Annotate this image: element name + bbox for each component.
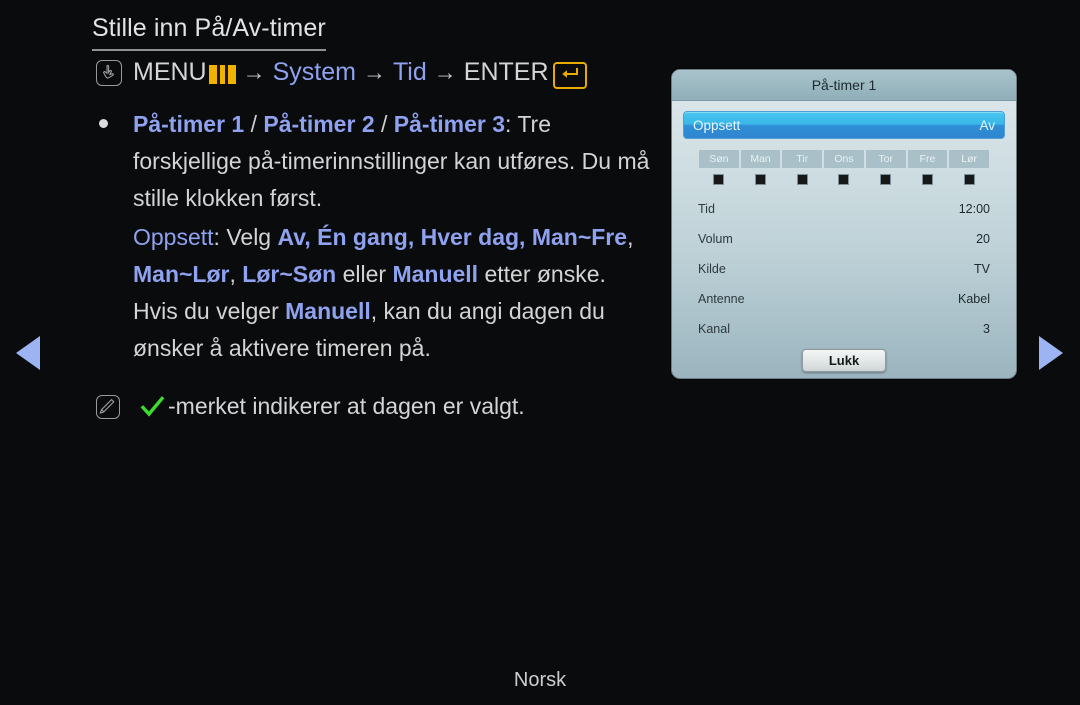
osd-setting-row[interactable]: Kilde TV [689, 254, 999, 284]
bullet-item-timers: På-timer 1 / På-timer 2 / På-timer 3: Tr… [133, 106, 656, 217]
osd-setting-value: Kabel [958, 292, 990, 306]
osd-setting-row[interactable]: Antenne Kabel [689, 284, 999, 314]
osd-day-header[interactable]: Man [740, 150, 781, 168]
osd-day-header[interactable]: Søn [699, 150, 739, 168]
osd-title: På-timer 1 [672, 70, 1016, 101]
osd-day-cell[interactable] [908, 168, 948, 185]
separator-2: / [374, 111, 394, 137]
timer-2-label: På-timer 2 [263, 111, 375, 137]
menu-bars-icon [208, 65, 236, 84]
osd-body: Oppsett Av Søn Man Tir Ons Tor Fre Lør Tid 12:0… [672, 101, 1016, 372]
comma-2: , [229, 261, 243, 287]
osd-day-cell[interactable] [824, 168, 864, 185]
osd-day-header[interactable]: Tir [782, 150, 823, 168]
bullet-dot-icon [99, 119, 108, 128]
option-av: Av, [277, 224, 311, 250]
separator-1: / [244, 111, 264, 137]
path-arrow-1: → [242, 59, 266, 85]
help-content-column: Stille inn På/Av-timer MENU → System → T… [0, 0, 665, 705]
osd-day-header[interactable]: Lør [949, 150, 989, 168]
note-pencil-icon [96, 394, 120, 419]
option-lor-son: Lør~Søn [242, 261, 337, 287]
osd-setting-row[interactable]: Kanal 3 [689, 314, 999, 344]
osd-day-header[interactable]: Fre [907, 150, 948, 168]
osd-settings-rows: Tid 12:00 Volum 20 Kilde TV Antenne Kabel Kanal 3 [683, 194, 1005, 344]
option-man-lor: Man~Lør [133, 261, 230, 287]
comma-1: , [627, 224, 634, 250]
osd-day-header[interactable]: Ons [824, 150, 864, 168]
osd-day-cell[interactable] [949, 168, 989, 185]
timer-3-label: På-timer 3 [393, 111, 505, 137]
osd-setting-value: 3 [983, 322, 990, 336]
osd-day-checkbox[interactable] [921, 174, 933, 185]
osd-setting-row[interactable]: Tid 12:00 [689, 194, 999, 224]
path-arrow-2: → [362, 59, 386, 85]
manuell-emphasis: Manuell [285, 298, 371, 324]
page-title: Stille inn På/Av-timer [92, 14, 326, 51]
osd-setting-row[interactable]: Volum 20 [689, 224, 999, 254]
osd-day-header[interactable]: Tor [865, 150, 906, 168]
osd-day-checkbox[interactable] [963, 174, 975, 185]
osd-day-checkbox[interactable] [880, 174, 892, 185]
option-man-fre: Man~Fre [531, 224, 628, 250]
osd-day-cell[interactable] [782, 168, 822, 185]
menu-item-system: System [272, 58, 356, 86]
menu-label: MENU [133, 58, 207, 86]
note-text: -merket indikerer at dagen er valgt. [168, 393, 525, 419]
osd-setting-label: Volum [698, 232, 733, 246]
osd-day-cell[interactable] [699, 168, 739, 185]
bullet-list: På-timer 1 / På-timer 2 / På-timer 3: Tr… [96, 106, 656, 367]
osd-days-grid: Søn Man Tir Ons Tor Fre Lør [683, 150, 1005, 185]
path-arrow-3: → [433, 59, 457, 85]
close-button[interactable]: Lukk [802, 349, 886, 372]
oppsett-velg-text: : Velg [213, 224, 278, 250]
triangle-right-icon[interactable] [1039, 336, 1063, 370]
menu-path-breadcrumb: MENU → System → Tid → ENTER [96, 58, 587, 89]
oppsett-label: Oppsett [133, 224, 214, 250]
osd-day-checkbox[interactable] [838, 174, 850, 185]
osd-timer-panel: På-timer 1 Oppsett Av Søn Man Tir Ons Tor Fre… [671, 69, 1017, 379]
osd-setting-value: 12:00 [958, 202, 990, 216]
language-footer: Norsk [513, 669, 567, 691]
osd-oppsett-label: Oppsett [693, 117, 741, 133]
return-key-icon [552, 62, 587, 89]
timer-1-label: På-timer 1 [133, 111, 245, 137]
menu-item-tid: Tid [392, 58, 427, 86]
option-en-gang: Én gang, [310, 224, 415, 250]
osd-setting-value: 20 [976, 232, 990, 246]
osd-setting-label: Tid [698, 202, 715, 216]
oppsett-description: Oppsett: Velg Av, Én gang, Hver dag, Man… [133, 219, 656, 367]
eller-text: eller [336, 261, 393, 287]
osd-day-checkbox[interactable] [796, 174, 808, 185]
enter-label: ENTER [463, 58, 549, 86]
option-manuell: Manuell [392, 261, 479, 287]
hand-pointer-icon [96, 59, 122, 86]
triangle-left-icon[interactable] [16, 336, 40, 370]
osd-setting-label: Antenne [698, 292, 745, 306]
option-hver-dag: Hver dag, [414, 224, 526, 250]
green-check-icon [140, 395, 165, 419]
osd-oppsett-value: Av [979, 117, 995, 133]
note-line: -merket indikerer at dagen er valgt. [96, 393, 525, 420]
osd-day-checkbox[interactable] [755, 174, 767, 185]
osd-setting-label: Kanal [698, 322, 730, 336]
osd-setting-label: Kilde [698, 262, 726, 276]
osd-setting-value: TV [974, 262, 990, 276]
osd-day-cell[interactable] [866, 168, 906, 185]
osd-footer: Lukk [683, 349, 1005, 372]
osd-day-checkbox[interactable] [713, 174, 725, 185]
osd-day-cell[interactable] [741, 168, 781, 185]
osd-row-oppsett[interactable]: Oppsett Av [683, 111, 1005, 139]
